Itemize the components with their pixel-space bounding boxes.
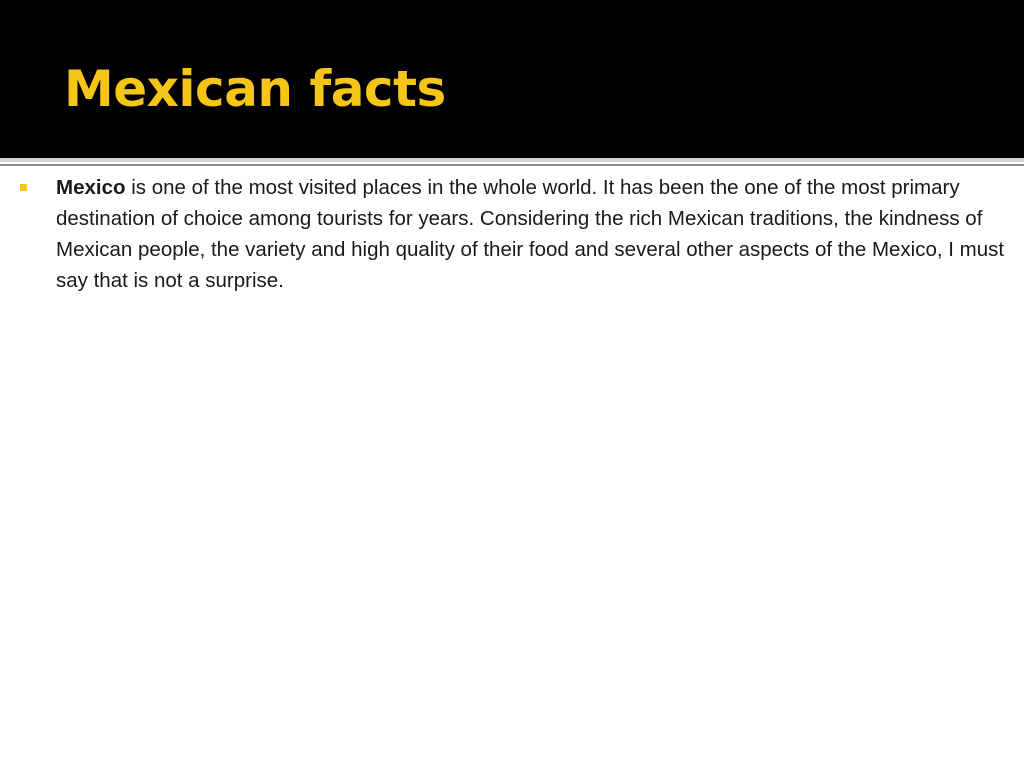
slide-content: Mexico is one of the most visited places…: [0, 172, 1024, 296]
slide-title: Mexican facts: [64, 60, 446, 118]
bullet-body: is one of the most visited places in the…: [56, 176, 1005, 292]
bullet-item: Mexico is one of the most visited places…: [0, 172, 1024, 296]
title-divider-dark: [0, 164, 1024, 166]
slide: Mexican facts Mexico is one of the most …: [0, 0, 1024, 768]
bullet-text: Mexico is one of the most visited places…: [56, 172, 1016, 296]
title-bar: Mexican facts: [0, 0, 1024, 158]
bullet-lead: Mexico: [56, 176, 126, 199]
square-bullet-icon: [20, 184, 27, 191]
